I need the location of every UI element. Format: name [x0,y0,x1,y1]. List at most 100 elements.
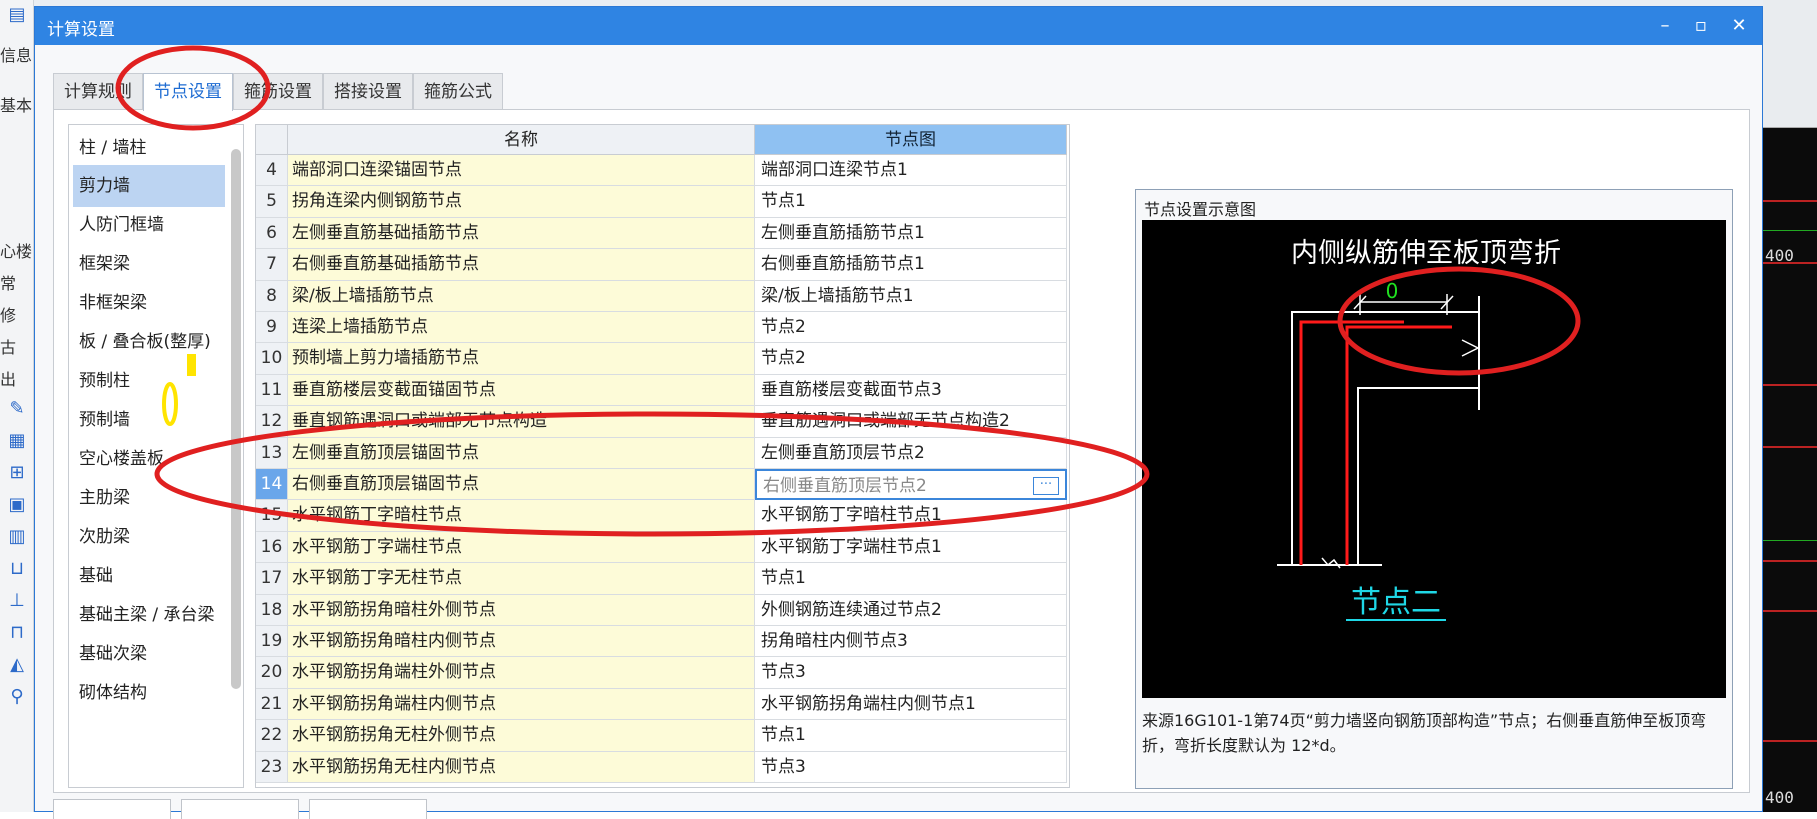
table-row[interactable]: 5 拐角连梁内侧钢筋节点 节点1 [256,186,1067,218]
window-title: 计算设置 [47,20,115,40]
row-number: 6 [256,217,288,250]
node-diagram-value[interactable]: 右侧垂直筋顶层节点2 [763,476,927,496]
node-diagram-canvas: 内侧纵筋伸至板顶弯折 0 节点二 [1142,220,1726,698]
table-row[interactable]: 11 垂直筋楼层变截面锚固节点 垂直筋楼层变截面节点3 [256,374,1067,407]
node-diagram-cell[interactable]: 水平钢筋丁字暗柱节点1 [755,500,1067,532]
node-diagram-cell[interactable]: 节点2 [755,312,1067,344]
u-shape-icon[interactable]: ⊔ [6,558,28,579]
category-item[interactable]: 预制墙 [73,399,225,441]
category-item[interactable]: 柱 / 墙柱 [73,127,225,169]
background-label: 基本 [0,96,33,115]
maximize-button[interactable]: ▫ [1684,11,1718,41]
tab-stirrup-formula[interactable]: 箍筋公式 [413,73,503,109]
category-item[interactable]: 基础主梁 / 承台梁 [73,594,225,636]
category-item[interactable]: 空心楼盖板 [73,438,225,480]
more-options-button[interactable]: ··· [1033,477,1059,495]
tab-calculation-rules[interactable]: 计算规则 [53,73,143,109]
table-row[interactable]: 23 水平钢筋拐角无柱内侧节点 节点3 [256,751,1067,783]
foundation-icon[interactable]: ⊥ [6,590,28,611]
category-item[interactable]: 基础 [73,555,225,597]
table-row[interactable]: 4 端部洞口连梁锚固节点 端部洞口连梁节点1 [256,155,1067,187]
node-diagram-drawing: 内侧纵筋伸至板顶弯折 0 节点二 [1277,238,1561,621]
node-diagram-cell[interactable]: 节点1 [755,720,1067,752]
node-diagram-cell[interactable]: 左侧垂直筋插筋节点1 [755,217,1067,250]
bottom-button[interactable] [309,799,427,819]
node-diagram-cell[interactable]: 水平钢筋丁字端柱节点1 [755,531,1067,564]
table-row[interactable]: 13 左侧垂直筋顶层锚固节点 左侧垂直筋顶层节点2 [256,437,1067,469]
tab-node-settings[interactable]: 节点设置 [143,73,233,111]
node-diagram-cell[interactable]: 垂直筋遇洞口或端部无节点构造2 [755,406,1067,438]
category-item[interactable]: 次肋梁 [73,516,225,558]
node-name-cell: 左侧垂直筋顶层锚固节点 [288,437,755,469]
node-diagram-cell[interactable]: 垂直筋楼层变截面节点3 [755,374,1067,407]
category-item-selected[interactable]: 剪力墙 [73,165,225,207]
category-item[interactable]: 人防门框墙 [73,204,225,246]
table-row[interactable]: 9 连梁上墙插筋节点 节点2 [256,312,1067,344]
category-item[interactable]: 预制柱 [73,360,225,402]
row-number: 21 [256,688,288,721]
table-row[interactable]: 12 垂直钢筋遇洞口或端部无节点构造 垂直筋遇洞口或端部无节点构造2 [256,406,1067,438]
node-diagram-cell[interactable]: 节点2 [755,343,1067,375]
category-item[interactable]: 非框架梁 [73,282,225,324]
table-row[interactable]: 19 水平钢筋拐角暗柱内侧节点 拐角暗柱内侧节点3 [256,626,1067,658]
plus-box-icon[interactable]: ⊞ [6,462,28,483]
node-name-cell: 水平钢筋拐角无柱外侧节点 [288,720,755,752]
pencil-icon[interactable]: ✎ [6,398,28,419]
row-number: 14 [256,469,288,501]
column-icon[interactable]: ▥ [6,526,28,547]
footing-icon[interactable]: ⊓ [6,622,28,643]
tab-stirrup-settings[interactable]: 箍筋设置 [233,73,323,109]
category-scrollbar[interactable] [231,149,241,689]
category-item[interactable]: 板 / 叠合板(整厚) [73,321,225,363]
category-item[interactable]: 基础次梁 [73,633,225,675]
category-item[interactable]: 框架梁 [73,243,225,285]
name-column-header[interactable]: 名称 [288,125,755,155]
title-bar[interactable]: 计算设置 – ▫ ✕ [35,7,1762,45]
table-row[interactable]: 8 梁/板上墙插筋节点 梁/板上墙插筋节点1 [256,280,1067,312]
minimize-button[interactable]: – [1648,11,1682,41]
table-row[interactable]: 17 水平钢筋丁字无柱节点 节点1 [256,563,1067,595]
row-number: 12 [256,406,288,438]
category-item[interactable]: 砌体结构 [73,672,225,714]
node-diagram-cell[interactable]: 外侧钢筋连续通过节点2 [755,594,1067,626]
table-row[interactable]: 10 预制墙上剪力墙插筋节点 节点2 [256,343,1067,375]
node-diagram-cell[interactable]: 节点3 [755,657,1067,689]
wall-icon[interactable]: ▣ [6,494,28,515]
table-row[interactable]: 18 水平钢筋拐角暗柱外侧节点 外侧钢筋连续通过节点2 [256,594,1067,626]
background-label: 古 [0,338,17,357]
document-icon[interactable]: ▤ [6,4,28,25]
shape-icon[interactable]: ◭ [6,654,28,675]
table-row[interactable]: 7 右侧垂直筋基础插筋节点 右侧垂直筋插筋节点1 [256,249,1067,281]
background-label: 修 [0,306,17,325]
bottom-button[interactable] [181,799,299,819]
pin-icon[interactable]: ⚲ [6,686,28,707]
node-diagram-cell[interactable]: 拐角暗柱内侧节点3 [755,626,1067,658]
wall-outline [1357,387,1479,565]
node-diagram-cell[interactable]: 右侧垂直筋插筋节点1 [755,249,1067,281]
table-row[interactable]: 6 左侧垂直筋基础插筋节点 左侧垂直筋插筋节点1 [256,217,1067,250]
node-diagram-cell[interactable]: 节点1 [755,186,1067,218]
node-diagram-column-header[interactable]: 节点图 [755,125,1067,155]
node-diagram-cell[interactable]: 节点3 [755,751,1067,783]
node-diagram-cell[interactable]: 节点1 [755,563,1067,595]
table-row[interactable]: 16 水平钢筋丁字端柱节点 水平钢筋丁字端柱节点1 [256,531,1067,564]
tab-lap-settings[interactable]: 搭接设置 [323,73,413,109]
cad-dimension: 400 [1765,246,1794,265]
table-row[interactable]: 20 水平钢筋拐角端柱外侧节点 节点3 [256,657,1067,689]
node-diagram-cell[interactable]: 水平钢筋拐角端柱内侧节点1 [755,688,1067,721]
node-diagram-cell[interactable]: 左侧垂直筋顶层节点2 [755,437,1067,469]
node-diagram-cell[interactable]: 梁/板上墙插筋节点1 [755,280,1067,312]
table-row-selected[interactable]: 14 右侧垂直筋顶层锚固节点 右侧垂直筋顶层节点2 ··· [256,469,1067,501]
table-row[interactable]: 22 水平钢筋拐角无柱外侧节点 节点1 [256,720,1067,752]
grid-icon[interactable]: ▦ [6,430,28,451]
node-name-cell: 水平钢筋拐角暗柱外侧节点 [288,594,755,626]
background-label: 常 [0,274,17,293]
table-row[interactable]: 21 水平钢筋拐角端柱内侧节点 水平钢筋拐角端柱内侧节点1 [256,688,1067,721]
calculation-settings-dialog: 计算设置 – ▫ ✕ 计算规则 节点设置 箍筋设置 搭接设置 箍筋公式 柱 / … [34,6,1763,819]
node-diagram-cell[interactable]: 右侧垂直筋顶层节点2 ··· [755,469,1067,501]
table-row[interactable]: 15 水平钢筋丁字暗柱节点 水平钢筋丁字暗柱节点1 [256,500,1067,532]
node-diagram-cell[interactable]: 端部洞口连梁节点1 [755,155,1067,187]
category-item[interactable]: 主肋梁 [73,477,225,519]
bottom-button[interactable] [53,799,171,819]
close-button[interactable]: ✕ [1722,11,1756,41]
